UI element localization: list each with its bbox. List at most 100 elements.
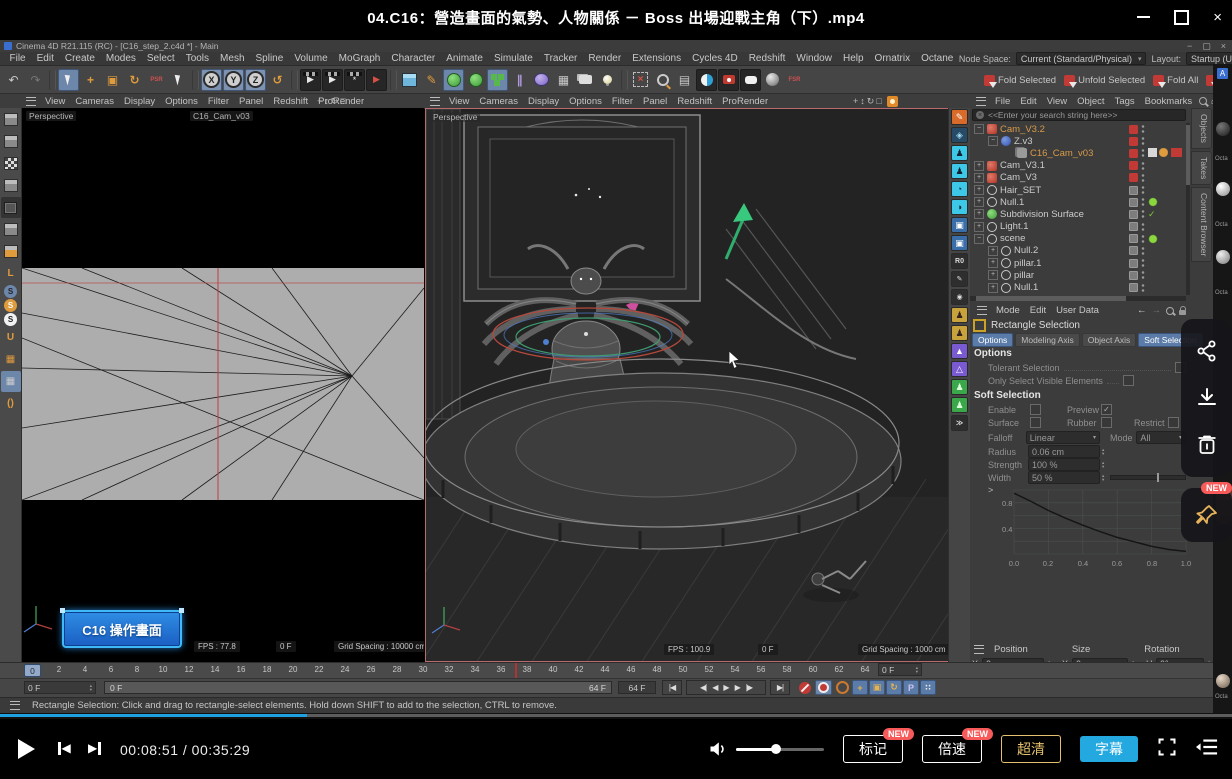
object-tag-icon[interactable] — [1129, 283, 1138, 292]
enable-checkbox[interactable] — [1030, 404, 1041, 415]
polygons-mode-icon[interactable] — [1, 241, 21, 262]
camera-icon[interactable] — [575, 69, 596, 91]
object-tag-icon[interactable] — [1129, 125, 1138, 134]
viewport-menu-item[interactable]: Display — [119, 96, 160, 107]
tree-expander[interactable]: − — [974, 124, 984, 134]
interaction-icon[interactable]: () — [1, 393, 21, 414]
next-video-button[interactable]: ▶ — [88, 741, 101, 755]
object-state-icon[interactable] — [1148, 161, 1184, 171]
object-tag-icon[interactable] — [1129, 173, 1138, 182]
timeline-ruler[interactable]: 0246810121416182022242628303234363840424… — [0, 662, 1232, 678]
sphere-icon[interactable] — [762, 69, 783, 91]
mocap-a-icon[interactable]: ♟ — [951, 379, 968, 395]
generator-icon[interactable] — [465, 69, 486, 91]
next-frame-button[interactable]: ▶ — [732, 683, 743, 692]
om-menu-item[interactable]: Edit — [1015, 96, 1041, 107]
object-state-icon[interactable] — [1148, 124, 1184, 134]
tree-expander[interactable]: + — [974, 161, 984, 171]
c4d-close-button[interactable]: × — [1221, 41, 1226, 52]
object-tag-icon[interactable] — [1129, 198, 1138, 207]
toolbar-divider[interactable] — [291, 70, 298, 90]
white-pill-icon[interactable] — [740, 69, 761, 91]
walk-a-icon[interactable]: ♟ — [951, 307, 968, 323]
range-slider[interactable]: 0 F 64 F — [104, 681, 612, 694]
red-camera-icon[interactable] — [718, 69, 739, 91]
scale-tool-icon[interactable]: ▣ — [102, 69, 123, 91]
menu-item[interactable]: File — [4, 53, 31, 64]
object-state-icon[interactable] — [1148, 283, 1184, 293]
layer-dots-icon[interactable] — [1141, 197, 1145, 207]
viewport-nav-icon[interactable]: ↕ — [323, 96, 330, 106]
volume-slider[interactable] — [736, 748, 824, 751]
menu-item[interactable]: Tracker — [538, 53, 583, 64]
pick-icon[interactable]: ◉ — [951, 289, 968, 305]
pose-library-icon[interactable]: ◈ — [951, 127, 968, 143]
object-state-icon[interactable] — [1148, 185, 1184, 195]
psr-tool-icon[interactable]: PSR — [146, 69, 167, 91]
viewport-menu-item[interactable]: Panel — [234, 96, 268, 107]
object-state-icon[interactable] — [1148, 173, 1184, 183]
object-tree-row[interactable]: + Cam_V3 — [970, 172, 1186, 184]
object-tag-icon[interactable] — [1129, 259, 1138, 268]
restrict-checkbox[interactable] — [1168, 417, 1179, 428]
object-tag-icon[interactable] — [1129, 137, 1138, 146]
strength-input[interactable]: 100 % — [1028, 458, 1100, 471]
viewport-menu-item[interactable]: ProRender — [717, 96, 773, 107]
object-tree-row[interactable]: + Hair_SET — [970, 184, 1186, 196]
object-tag-icon[interactable] — [1129, 186, 1138, 195]
quality-button[interactable]: 超清 — [1001, 735, 1061, 763]
node-space-dropdown[interactable]: Current (Standard/Physical)▾ — [1016, 52, 1147, 65]
branch-icon[interactable]: ≫ — [951, 415, 968, 431]
tree-expander[interactable]: + — [974, 209, 984, 219]
viewport-menu-item[interactable]: Panel — [638, 96, 672, 107]
menu-item[interactable]: Octane — [916, 53, 959, 64]
radius-spinner[interactable] — [1102, 448, 1104, 456]
menu-item[interactable]: Modes — [100, 53, 141, 64]
walk-b-icon[interactable]: ♟ — [951, 325, 968, 341]
character-b-icon[interactable]: ♟ — [951, 163, 968, 179]
width-input[interactable]: 50 % — [1028, 471, 1100, 484]
menu-item[interactable]: Animate — [441, 53, 489, 64]
object-tree-row[interactable]: − Z.v3 — [970, 135, 1186, 147]
toolbar-divider[interactable] — [390, 70, 397, 90]
viewport-menu-item[interactable]: Cameras — [70, 96, 119, 107]
object-tag-icon[interactable] — [1129, 234, 1138, 243]
magnet-icon[interactable]: U — [1, 327, 21, 348]
mode-dropdown[interactable]: All▾ — [1136, 431, 1186, 444]
viewport-nav-icon[interactable]: ↻ — [330, 96, 340, 106]
object-tree-row[interactable]: + Light.1 — [970, 221, 1186, 233]
cycle-icon[interactable]: ◔ — [951, 181, 968, 197]
annotate-icon[interactable]: ✎ — [951, 271, 968, 287]
object-state-icon[interactable] — [1148, 246, 1184, 256]
workplane-grid-icon[interactable]: ▦ — [1, 349, 21, 370]
points-mode-icon[interactable] — [1, 197, 21, 218]
layer-dots-icon[interactable] — [1141, 283, 1145, 293]
menu-item[interactable]: Volume — [289, 53, 333, 64]
image-a-icon[interactable]: ▣ — [951, 217, 968, 233]
viewport-menu-item[interactable]: Display — [523, 96, 564, 107]
current-frame-box[interactable]: 0 F — [24, 681, 96, 694]
character-a-icon[interactable]: ♟ — [951, 145, 968, 161]
om-panel-tab[interactable]: Content Browser — [1191, 187, 1212, 262]
array-generator-icon[interactable] — [487, 69, 508, 91]
play-button[interactable]: ▶ — [720, 683, 731, 692]
spline-pen-icon[interactable]: ✎ — [421, 69, 442, 91]
auto-rig-icon[interactable]: ▲ — [951, 343, 968, 359]
surface-checkbox[interactable] — [1030, 417, 1041, 428]
key-rotation-icon[interactable]: ↻ — [886, 680, 902, 695]
object-state-icon[interactable] — [1148, 209, 1184, 219]
deformer-icon[interactable] — [531, 69, 552, 91]
c4d-maximize-button[interactable]: ▢ — [1202, 41, 1211, 52]
prev-key-button[interactable]: ◀| — [697, 683, 709, 692]
object-state-icon[interactable] — [1148, 148, 1184, 158]
hamburger-icon[interactable] — [26, 97, 36, 106]
symmetry-icon[interactable]: ∥ — [509, 69, 530, 91]
object-tree-row[interactable]: + Null.1 — [970, 281, 1186, 293]
last-tool-icon[interactable] — [168, 69, 189, 91]
rubber-checkbox[interactable] — [1101, 417, 1112, 428]
timeline-playhead[interactable]: 0 — [24, 664, 41, 677]
object-state-icon[interactable] — [1148, 197, 1184, 207]
viewport-nav-icon[interactable]: □ — [339, 96, 346, 106]
om-vertical-scrollbar[interactable] — [1186, 123, 1190, 295]
c4d-minimize-button[interactable]: − — [1187, 41, 1192, 52]
